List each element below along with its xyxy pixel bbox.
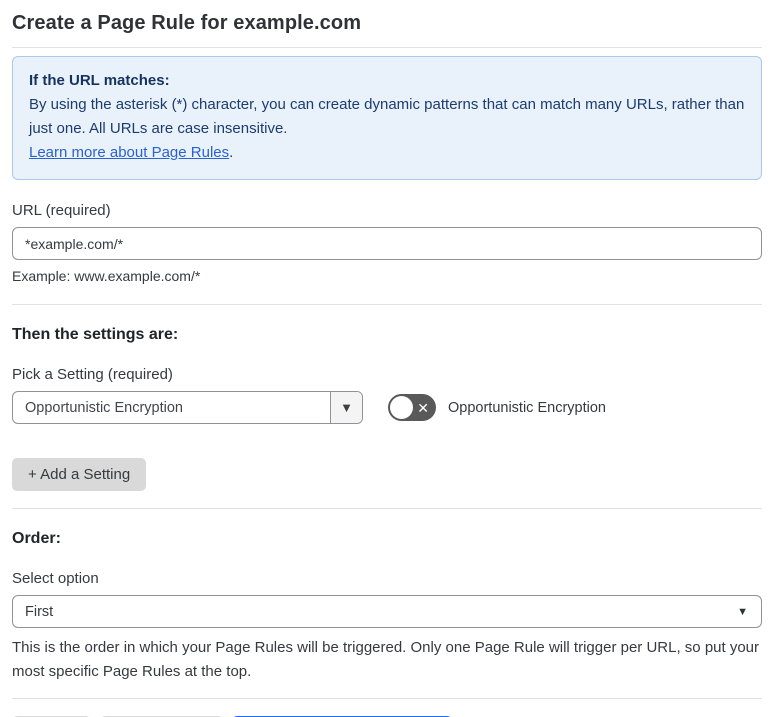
settings-section-divider (12, 508, 762, 509)
setting-dropdown-caret-button[interactable]: ▼ (330, 392, 362, 423)
url-section-divider (12, 304, 762, 305)
learn-more-link[interactable]: Learn more about Page Rules (29, 144, 229, 161)
toggle-off-x-icon: ✕ (417, 399, 429, 416)
order-select[interactable]: First ▼ (12, 595, 762, 628)
add-setting-button[interactable]: + Add a Setting (12, 458, 147, 491)
opportunistic-encryption-toggle[interactable]: ✕ (388, 394, 436, 421)
setting-dropdown[interactable]: Opportunistic Encryption ▼ (12, 391, 363, 424)
setting-dropdown-value: Opportunistic Encryption (25, 399, 183, 416)
order-heading: Order: (12, 530, 61, 547)
page-title: Create a Page Rule for example.com (12, 12, 362, 34)
order-select-value: First (25, 603, 54, 620)
info-box-body: By using the asterisk (*) character, you… (29, 96, 745, 137)
info-box-link-line: Learn more about Page Rules. (29, 141, 745, 165)
pick-setting-label: Pick a Setting (required) (12, 366, 173, 383)
footer-divider (12, 698, 762, 699)
page-rule-form: Create a Page Rule for example.com If th… (0, 0, 775, 717)
select-caret-icon: ▼ (737, 605, 748, 618)
settings-heading: Then the settings are: (12, 326, 179, 343)
select-option-label: Select option (12, 570, 99, 587)
order-help-text: This is the order in which your Page Rul… (12, 639, 760, 680)
url-matches-info-box: If the URL matches: By using the asteris… (12, 56, 762, 180)
url-label: URL (required) (12, 202, 111, 219)
link-period: . (229, 144, 234, 161)
info-box-heading: If the URL matches: (29, 72, 170, 89)
setting-toggle-group: ✕ Opportunistic Encryption (388, 394, 606, 421)
toggle-label: Opportunistic Encryption (448, 399, 606, 416)
url-input[interactable] (12, 227, 762, 260)
setting-row: Opportunistic Encryption ▼ ✕ Opportunist… (12, 391, 762, 424)
url-example-text: Example: www.example.com/* (12, 268, 201, 284)
title-divider (12, 47, 762, 48)
chevron-down-icon: ▼ (340, 400, 353, 415)
toggle-knob (390, 396, 413, 419)
